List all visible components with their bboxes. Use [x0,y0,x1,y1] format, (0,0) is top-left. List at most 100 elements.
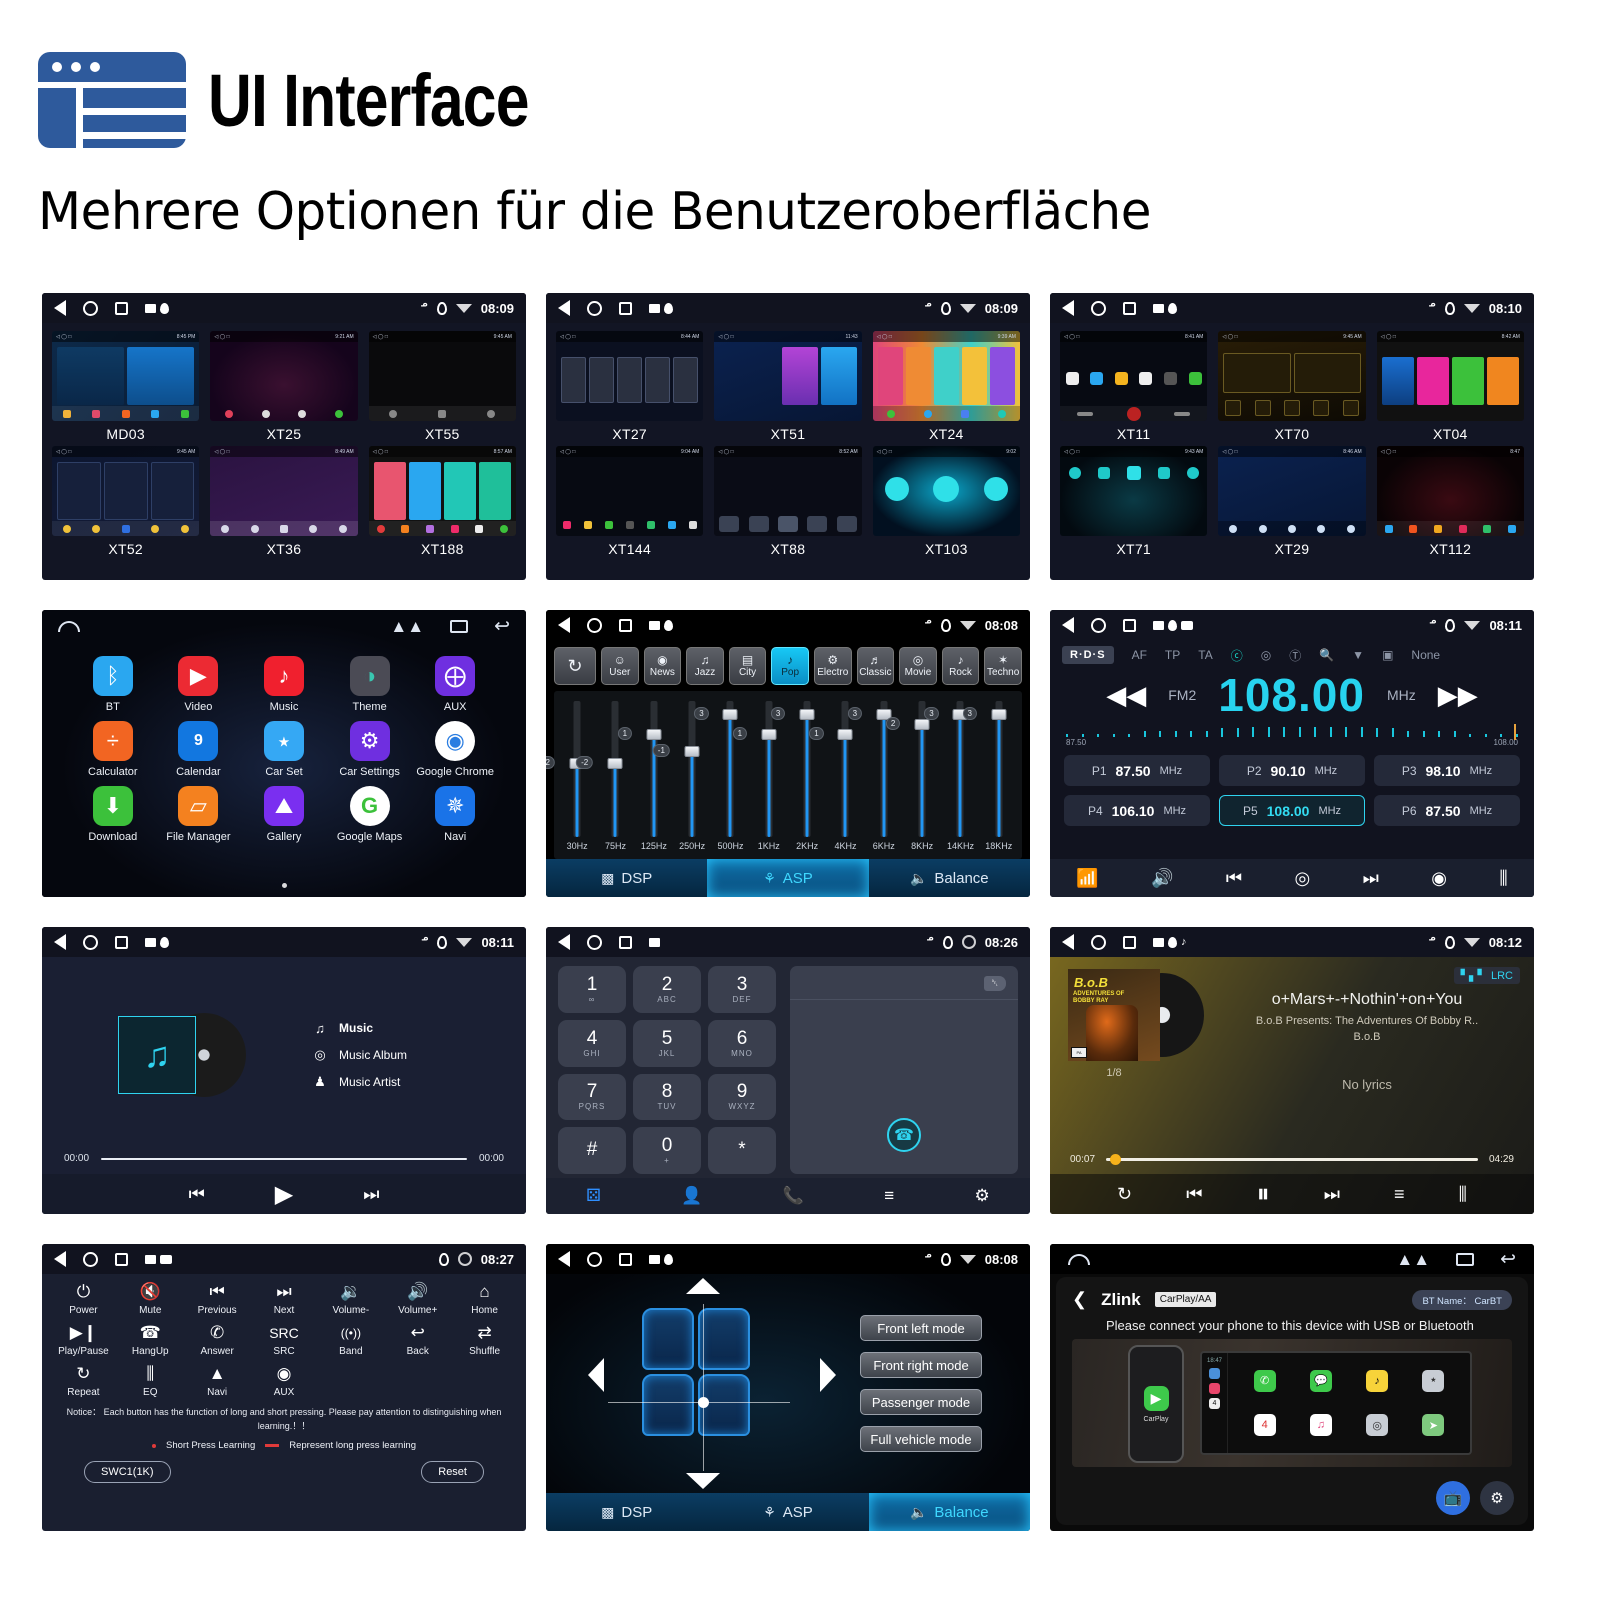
home-icon[interactable] [587,934,602,950]
balance-right-arrow[interactable] [820,1358,836,1392]
ui-thumb-item[interactable]: ◁ ◯ □ 9:45 AM XT52 [52,446,200,557]
scan-icon[interactable]: ◎ [1295,868,1311,889]
app-navi[interactable]: ✵ Navi [412,786,498,843]
swc-power[interactable]: ⏻ Power [50,1281,117,1317]
tab-balance[interactable]: 🔈 Balance [868,1493,1030,1531]
home-icon[interactable] [58,620,80,632]
app-theme[interactable]: ◑ Theme [327,656,413,713]
progress-knob[interactable] [1109,1154,1121,1165]
app-download[interactable]: ⬇ Download [70,786,156,843]
previous-button[interactable]: ⏮ [1186,1184,1202,1205]
app-gallery[interactable]: ⛰ Gallery [241,786,327,843]
tab-dsp[interactable]: ▩ DSP [546,859,707,897]
app-file-manager[interactable]: ▱ File Manager [156,786,242,843]
eq-slider-500hz[interactable]: 3 [694,697,749,841]
repeat-icon[interactable]: ↻ [1117,1184,1132,1205]
recents-icon[interactable] [1123,301,1136,315]
next-button[interactable]: ⏭ [1324,1184,1340,1205]
screenshot-icon[interactable] [649,1254,660,1264]
swc-next[interactable]: ⏭ Next [251,1281,318,1317]
preset-p6[interactable]: P6 87.50 MHz [1374,795,1520,826]
equalizer-icon[interactable]: ⫼ [1459,1184,1467,1205]
ui-thumb-item[interactable]: ◁ ◯ □ 9:43 AM XT71 [1060,446,1208,557]
eq-slider-30hz[interactable]: -2 [546,697,596,841]
home-icon[interactable] [587,1251,602,1267]
scan-icon[interactable]: ▣ [1382,648,1393,662]
search-icon[interactable]: 🔍 [1319,648,1334,662]
back-icon[interactable] [558,934,570,950]
app-calculator[interactable]: ÷ Calculator [70,721,156,778]
ui-thumb-item[interactable]: ◁ ◯ □ 9:45 AM XT55 [368,331,516,442]
app-car-set[interactable]: ⭑ Car Set [241,721,327,778]
screenshot-icon[interactable] [145,303,156,313]
recents-icon[interactable] [1123,618,1136,632]
recents-icon[interactable] [1456,1252,1475,1266]
preset-p2[interactable]: P2 90.10 MHz [1219,755,1365,786]
dialpad-icon[interactable]: ⚄ [586,1186,601,1206]
next-button[interactable]: ⏭ [363,1184,379,1205]
contacts-icon[interactable]: 👤 [681,1186,702,1206]
eq-slider-75hz[interactable]: -2 [576,697,634,841]
download-icon[interactable]: ▼ [1352,648,1364,662]
call-button[interactable]: ☎ [887,1118,921,1152]
pty-value[interactable]: None [1411,648,1440,662]
ui-thumb-item[interactable]: ◁ ◯ □ 8:42 AM XT04 [1376,331,1524,442]
home-icon[interactable] [587,300,602,316]
back-icon[interactable] [558,300,570,316]
previous-button[interactable]: ⏮ [189,1184,205,1205]
ui-thumb-item[interactable]: ◁ ◯ □ 8:41 AM XT11 [1060,331,1208,442]
antenna-icon[interactable]: 📶 [1076,868,1098,889]
pause-button[interactable]: ⏸ [1257,1178,1270,1210]
equalizer-icon[interactable]: ⫼ [1499,868,1507,889]
app-google-maps[interactable]: G Google Maps [327,786,413,843]
play-button[interactable]: ▶ [275,1180,293,1209]
call-log-icon[interactable]: 📞 [783,1186,804,1206]
recents-icon[interactable] [619,618,632,632]
home-icon[interactable] [1091,300,1106,316]
mode-front-right[interactable]: Front right mode [860,1352,982,1378]
app-aux[interactable]: ⨁ AUX [412,656,498,713]
ui-thumb-item[interactable]: ◁ ◯ □ 11:43 XT51 [714,331,862,442]
swc-volume-down[interactable]: 🔉 Volume- [317,1281,384,1317]
tab-asp[interactable]: ⚘ ASP [707,859,869,897]
swc1-button[interactable]: SWC1(1K) [84,1461,171,1483]
progress-bar[interactable] [1106,1154,1478,1165]
balance-left-arrow[interactable] [588,1358,604,1392]
settings-button[interactable]: ⚙ [1480,1481,1514,1515]
tab-balance[interactable]: 🔈 Balance [869,859,1030,897]
swc-shuffle[interactable]: ⇄ Shuffle [451,1322,518,1358]
playlist-icon[interactable]: ≡ [1394,1184,1405,1205]
swc-navi[interactable]: ▲ Navi [184,1363,251,1399]
frequency-scale[interactable]: 87.50 108.00 [1066,724,1518,748]
recents-icon[interactable] [450,619,469,633]
screenshot-icon[interactable] [1153,937,1164,947]
fader-up-arrow[interactable] [686,1278,720,1294]
recents-icon[interactable] [1123,935,1136,949]
back-icon[interactable] [1062,934,1074,950]
screenshot-icon[interactable] [649,937,660,947]
ui-thumb-item[interactable]: ◁ ◯ □ 8:47 XT112 [1376,446,1524,557]
playlist-icon[interactable]: ≡ [884,1186,894,1206]
dial-number-display[interactable]: ␡ ☎ [790,966,1018,1174]
back-icon[interactable] [558,617,570,633]
eq-reset-button[interactable]: ↻ [554,647,596,685]
eq-preset-electro[interactable]: ⚙ Electro [813,647,852,685]
dial-key-0[interactable]: 0 + [633,1127,701,1174]
backspace-icon[interactable]: ␡ [984,976,1006,991]
eq-preset-rock[interactable]: ♪ Rock [941,647,980,685]
app-google-chrome[interactable]: ◉ Google Chrome [412,721,498,778]
ui-thumb-item[interactable]: ◁ ◯ □ 9:45 AM XT70 [1218,331,1366,442]
dial-key-8[interactable]: 8 TUV [633,1073,701,1121]
swc-answer[interactable]: ✆ Answer [184,1322,251,1358]
recents-icon[interactable] [115,935,128,949]
screenshot-icon[interactable] [649,303,660,313]
eq-slider-125hz[interactable]: 1 [617,697,673,841]
screenshot-icon[interactable] [1153,303,1164,313]
swc-aux[interactable]: ◉ AUX [251,1363,318,1399]
recents-icon[interactable] [619,301,632,315]
recents-icon[interactable] [619,935,632,949]
preset-p4[interactable]: P4 106.10 MHz [1064,795,1210,826]
eq-preset-jazz[interactable]: ♫ Jazz [686,647,724,685]
back-icon[interactable]: ↩ [494,617,510,636]
mode-passenger[interactable]: Passenger mode [860,1389,982,1415]
